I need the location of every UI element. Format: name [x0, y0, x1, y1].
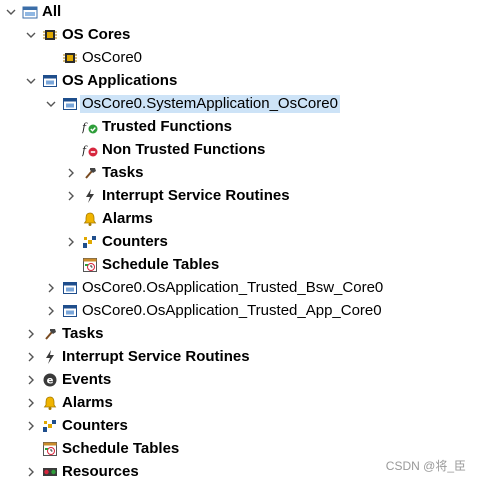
tree-node-root-alarms[interactable]: Alarms: [24, 391, 113, 414]
tree-node-schedule-tables[interactable]: Schedule Tables: [64, 253, 219, 276]
tree-node-os-cores[interactable]: OS Cores: [24, 23, 130, 46]
tree-node-non-trusted-functions[interactable]: f Non Trusted Functions: [64, 138, 265, 161]
tree-label: Schedule Tables: [62, 439, 180, 457]
tree-label: Counters: [102, 232, 168, 250]
watermark: CSDN @将_臣: [385, 459, 466, 473]
folder-icon: [22, 4, 38, 20]
chevron-right-icon[interactable]: [44, 304, 58, 318]
schedule-table-icon: [42, 441, 58, 457]
event-icon: e: [42, 372, 58, 388]
tree-label: OsCore0.OsApplication_Trusted_Bsw_Core0: [82, 278, 384, 296]
tree-node-oscore0[interactable]: OsCore0: [44, 46, 142, 69]
hammer-icon: [82, 165, 98, 181]
tree-node-app-app[interactable]: OsCore0.OsApplication_Trusted_App_Core0: [44, 299, 382, 322]
bell-icon: [82, 211, 98, 227]
chevron-right-icon[interactable]: [24, 419, 38, 433]
svg-text:f: f: [82, 144, 88, 157]
tree-node-os-applications[interactable]: OS Applications: [24, 69, 177, 92]
chevron-right-icon[interactable]: [44, 281, 58, 295]
chip-icon: [62, 50, 78, 66]
tree-label: Counters: [62, 416, 128, 434]
chevron-right-icon[interactable]: [64, 189, 78, 203]
hammer-icon: [42, 326, 58, 342]
tree-label: Schedule Tables: [102, 255, 220, 273]
tree-label: OsCore0: [82, 48, 143, 66]
tree-node-all[interactable]: All: [4, 0, 61, 23]
tree-node-root-counters[interactable]: Counters: [24, 414, 128, 437]
svg-text:e: e: [47, 375, 54, 386]
chevron-right-icon[interactable]: [24, 327, 38, 341]
tree-node-root-schedule-tables[interactable]: Schedule Tables: [24, 437, 179, 460]
application-icon: [42, 73, 58, 89]
chevron-right-icon[interactable]: [64, 166, 78, 180]
tree-node-root-events[interactable]: e Events: [24, 368, 111, 391]
tree-label: OS Cores: [62, 25, 131, 43]
tree-label: Interrupt Service Routines: [62, 347, 250, 365]
svg-text:f: f: [82, 121, 88, 134]
chevron-down-icon[interactable]: [44, 97, 58, 111]
chevron-down-icon[interactable]: [24, 28, 38, 42]
chevron-right-icon[interactable]: [64, 235, 78, 249]
bell-icon: [42, 395, 58, 411]
tree-node-root-tasks[interactable]: Tasks: [24, 322, 103, 345]
tree-node-counters[interactable]: Counters: [64, 230, 168, 253]
tree-node-system-application[interactable]: OsCore0.SystemApplication_OsCore0: [44, 92, 340, 115]
tree-node-tasks[interactable]: Tasks: [64, 161, 143, 184]
chevron-right-icon[interactable]: [24, 396, 38, 410]
chevron-right-icon[interactable]: [24, 465, 38, 479]
chip-icon: [42, 27, 58, 43]
tree-label: OS Applications: [62, 71, 178, 89]
application-icon: [62, 96, 78, 112]
counter-icon: [42, 418, 58, 434]
chevron-right-icon[interactable]: [24, 373, 38, 387]
tree-node-isr[interactable]: Interrupt Service Routines: [64, 184, 290, 207]
counter-icon: [82, 234, 98, 250]
lightning-icon: [82, 188, 98, 204]
lightning-icon: [42, 349, 58, 365]
non-trusted-function-icon: f: [82, 142, 98, 158]
tree-node-root-resources[interactable]: Resources: [24, 460, 139, 483]
tree-node-root-isr[interactable]: Interrupt Service Routines: [24, 345, 250, 368]
chevron-down-icon[interactable]: [4, 5, 18, 19]
application-icon: [62, 280, 78, 296]
application-icon: [62, 303, 78, 319]
tree-label: Resources: [62, 462, 139, 480]
tree-label: OsCore0.SystemApplication_OsCore0: [80, 94, 340, 113]
tree-node-alarms[interactable]: Alarms: [64, 207, 153, 230]
tree-label: Alarms: [62, 393, 113, 411]
resource-icon: [42, 464, 58, 480]
chevron-down-icon[interactable]: [24, 74, 38, 88]
tree-label: Interrupt Service Routines: [102, 186, 290, 204]
tree-label: Events: [62, 370, 112, 388]
tree-label: Non Trusted Functions: [102, 140, 266, 158]
trusted-function-icon: f: [82, 119, 98, 135]
tree-label: OsCore0.OsApplication_Trusted_App_Core0: [82, 301, 382, 319]
tree-node-trusted-functions[interactable]: f Trusted Functions: [64, 115, 232, 138]
tree-label: Alarms: [102, 209, 153, 227]
tree-label: Tasks: [102, 163, 144, 181]
tree-label: All: [42, 2, 62, 20]
chevron-right-icon[interactable]: [24, 350, 38, 364]
tree-label: Tasks: [62, 324, 104, 342]
tree-node-app-bsw[interactable]: OsCore0.OsApplication_Trusted_Bsw_Core0: [44, 276, 383, 299]
tree-label: Trusted Functions: [102, 117, 233, 135]
schedule-table-icon: [82, 257, 98, 273]
